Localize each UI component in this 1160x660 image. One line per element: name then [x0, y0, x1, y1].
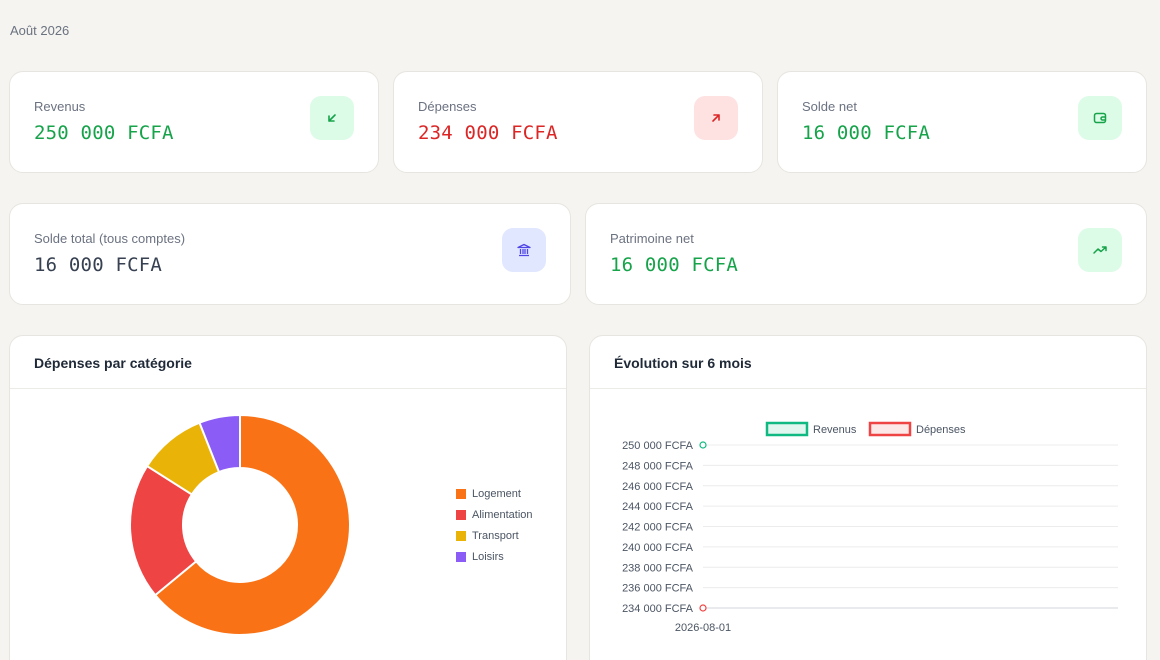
solde-net-value: 16 000 FCFA [802, 122, 931, 144]
trending-up-icon [1078, 228, 1122, 272]
legend-label: Logement [472, 488, 521, 500]
y-tick-label: 236 000 FCFA [622, 583, 694, 595]
y-tick-label: 248 000 FCFA [622, 460, 694, 472]
legend-item-logement[interactable]: Logement [456, 488, 521, 500]
y-tick-label: 240 000 FCFA [622, 542, 694, 554]
revenus-label: Revenus [34, 99, 86, 114]
depenses-value: 234 000 FCFA [418, 122, 558, 144]
legend-swatch [456, 489, 466, 499]
legend-box-depenses[interactable] [868, 421, 912, 437]
y-tick-label: 234 000 FCFA [622, 603, 694, 615]
donut-chart [129, 413, 351, 636]
legend-item-alimentation[interactable]: Alimentation [456, 509, 533, 521]
solde-total-card: Solde total (tous comptes) 16 000 FCFA [9, 203, 571, 305]
solde-net-card: Solde net 16 000 FCFA [777, 71, 1147, 173]
revenus-value: 250 000 FCFA [34, 122, 174, 144]
legend-label: Loisirs [472, 551, 504, 563]
x-tick-label: 2026-08-01 [675, 622, 731, 634]
legend-label: Transport [472, 530, 519, 542]
revenus-card: Revenus 250 000 FCFA [9, 71, 379, 173]
line-panel: Évolution sur 6 mois Revenus Dépenses 250 … [589, 335, 1147, 660]
y-tick-label: 242 000 FCFA [622, 522, 694, 534]
line-chart: Revenus Dépenses 250 000 FCFA 248 000 FCFA 2… [622, 421, 1118, 634]
arrow-down-left-icon [310, 96, 354, 140]
solde-total-label: Solde total (tous comptes) [34, 231, 186, 246]
y-tick-label: 246 000 FCFA [622, 481, 694, 493]
line-panel-title: Évolution sur 6 mois [614, 355, 752, 371]
donut-panel-title: Dépenses par catégorie [34, 355, 192, 371]
period-label: Août 2026 [10, 23, 70, 38]
solde-net-label: Solde net [802, 99, 857, 114]
patrimoine-label: Patrimoine net [610, 231, 694, 246]
data-point-depenses[interactable] [699, 604, 707, 612]
legend-label-depenses[interactable]: Dépenses [916, 424, 966, 436]
patrimoine-card: Patrimoine net 16 000 FCFA [585, 203, 1147, 305]
patrimoine-value: 16 000 FCFA [610, 254, 739, 276]
data-point-revenus[interactable] [699, 441, 707, 449]
solde-total-value: 16 000 FCFA [34, 254, 163, 276]
arrow-up-right-icon [694, 96, 738, 140]
depenses-label: Dépenses [418, 99, 477, 114]
depenses-card: Dépenses 234 000 FCFA [393, 71, 763, 173]
wallet-icon [1078, 96, 1122, 140]
legend-swatch [456, 531, 466, 541]
y-tick-label: 238 000 FCFA [622, 562, 694, 574]
legend-swatch [456, 510, 466, 520]
donut-panel: Dépenses par catégorie Logement Alimentat… [9, 335, 567, 660]
y-tick-label: 244 000 FCFA [622, 501, 694, 513]
legend-item-transport[interactable]: Transport [456, 530, 519, 542]
legend-label-revenus[interactable]: Revenus [813, 424, 857, 436]
y-tick-label: 250 000 FCFA [622, 440, 694, 452]
legend-item-loisirs[interactable]: Loisirs [456, 551, 504, 563]
bank-icon [502, 228, 546, 272]
legend-label: Alimentation [472, 509, 533, 521]
legend-swatch [456, 552, 466, 562]
legend-box-revenus[interactable] [765, 421, 809, 437]
